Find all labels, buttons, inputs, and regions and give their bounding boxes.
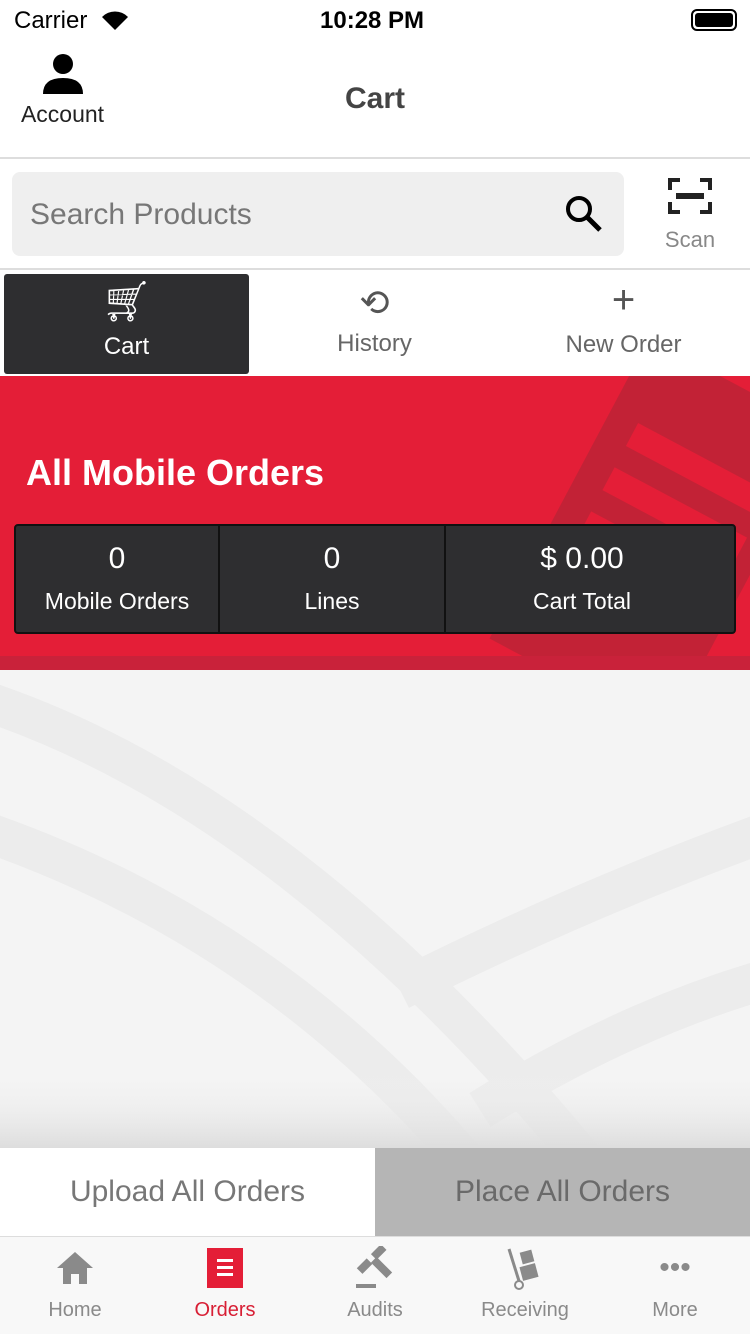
tabbar-label: Home	[48, 1299, 102, 1321]
order-tabs: 🛒︎ Cart ⟲ History + New Order	[0, 268, 750, 376]
stat-label: Cart Total	[532, 588, 631, 614]
search-placeholder: Search Products	[30, 198, 252, 231]
orders-list-empty	[0, 670, 750, 1148]
tab-new-order[interactable]: + New Order	[501, 274, 746, 374]
tabbar-more[interactable]: ••• More	[600, 1237, 750, 1334]
search-icon[interactable]	[564, 194, 604, 234]
more-icon: •••	[659, 1251, 691, 1284]
upload-all-orders-button[interactable]: Upload All Orders	[0, 1148, 375, 1236]
tabbar-receiving[interactable]: Receiving	[450, 1237, 600, 1334]
account-button[interactable]: Account	[10, 52, 115, 128]
tab-label: New Order	[565, 331, 682, 358]
stat-cart-total: $ 0.00 Cart Total	[446, 526, 734, 632]
scan-icon	[668, 178, 712, 214]
hand-truck-icon	[507, 1248, 539, 1290]
wifi-icon	[102, 11, 128, 30]
clock: 10:28 PM	[320, 7, 425, 34]
tabbar-label: Audits	[347, 1299, 403, 1321]
search-input[interactable]: Search Products	[12, 172, 624, 256]
stat-label: Lines	[304, 588, 360, 614]
person-icon	[42, 54, 83, 94]
background-pattern	[0, 684, 750, 1148]
battery-icon	[691, 9, 737, 31]
history-icon: ⟲	[359, 282, 390, 323]
scan-button[interactable]: Scan	[640, 176, 740, 253]
tab-label: History	[337, 330, 412, 357]
stat-label: Mobile Orders	[44, 588, 190, 614]
banner-title: All Mobile Orders	[26, 452, 325, 493]
tabbar-audits[interactable]: Audits	[300, 1237, 450, 1334]
tab-label: Cart	[103, 333, 150, 360]
tabbar-label: More	[652, 1299, 698, 1321]
stat-value: 0	[108, 542, 126, 575]
stat-value: $ 0.00	[540, 542, 624, 575]
plus-icon: +	[611, 278, 636, 322]
status-bar: Carrier 10:28 PM	[0, 0, 750, 40]
tab-cart[interactable]: 🛒︎ Cart	[4, 274, 249, 374]
cart-icon: 🛒︎	[101, 280, 152, 324]
tabbar-label: Receiving	[481, 1299, 569, 1321]
tab-history[interactable]: ⟲ History	[252, 274, 497, 374]
tab-bar: Home Orders Audits Receiving ••• More	[0, 1236, 750, 1334]
account-label: Account	[20, 101, 105, 127]
tabbar-orders[interactable]: Orders	[150, 1237, 300, 1334]
gavel-icon	[356, 1246, 393, 1288]
stat-mobile-orders: 0 Mobile Orders	[16, 526, 220, 632]
action-buttons: Upload All Orders Place All Orders	[0, 1148, 750, 1236]
receipt-icon	[207, 1248, 243, 1288]
place-all-orders-button[interactable]: Place All Orders	[375, 1148, 750, 1236]
scan-label: Scan	[664, 227, 716, 252]
tabbar-home[interactable]: Home	[0, 1237, 150, 1334]
stat-value: 0	[323, 542, 341, 575]
home-icon	[57, 1252, 93, 1284]
carrier: Carrier	[14, 7, 88, 34]
header: Account Cart	[0, 40, 750, 159]
tabbar-label: Orders	[194, 1299, 256, 1321]
stats-panel: 0 Mobile Orders 0 Lines $ 0.00 Cart Total	[14, 524, 736, 634]
stat-lines: 0 Lines	[220, 526, 446, 632]
